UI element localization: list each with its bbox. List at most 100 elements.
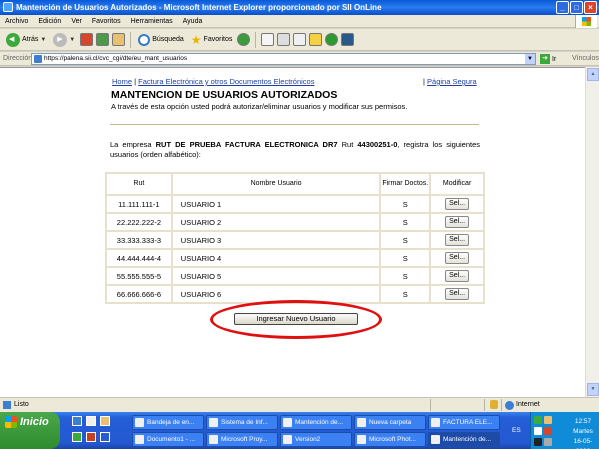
scroll-down-icon[interactable]: ▼ <box>587 383 599 396</box>
window-title: Mantención de Usuarios Autorizados - Mic… <box>16 3 382 12</box>
antivirus-icon[interactable] <box>544 427 552 435</box>
select-user-button[interactable]: Sel... <box>445 288 470 300</box>
add-user-button[interactable]: Ingresar Nuevo Usuario <box>234 313 358 325</box>
scroll-up-icon[interactable]: ▲ <box>587 68 599 81</box>
forward-arrow-icon <box>53 32 68 47</box>
menu-ver[interactable]: Ver <box>71 18 82 25</box>
quicklaunch-folder-icon[interactable] <box>100 416 110 426</box>
research-icon[interactable] <box>341 33 355 46</box>
media-icon[interactable] <box>237 33 251 46</box>
search-label: Búsqueda <box>152 36 184 43</box>
clock[interactable]: 12:57 Martes 16-05-2006 <box>567 417 599 449</box>
status-divider <box>484 399 485 411</box>
header-modificar: Modificar <box>429 172 485 196</box>
table-row: 33.333.333-3 USUARIO 3 S Sel... <box>105 230 485 250</box>
quicklaunch-excel-icon[interactable] <box>72 432 82 442</box>
stop-icon[interactable] <box>80 33 94 46</box>
factura-link[interactable]: Factura Electrónica y otros Documentos E… <box>138 77 314 86</box>
edit-icon[interactable] <box>293 33 307 46</box>
home-link[interactable]: Home <box>112 77 132 86</box>
toolbar-separator <box>130 31 132 48</box>
search-button[interactable]: Búsqueda <box>136 31 186 49</box>
menu-herramientas[interactable]: Herramientas <box>131 18 173 25</box>
task-photo[interactable]: Microsoft Phot... <box>354 432 426 447</box>
back-arrow-icon <box>6 32 20 47</box>
task-factura[interactable]: FACTURA ELE... <box>428 415 500 430</box>
task-documento1[interactable]: Documento1 - ... <box>132 432 204 447</box>
toolbar-separator <box>255 31 257 48</box>
volume-icon[interactable] <box>534 427 542 435</box>
cell-firmar: S <box>379 212 432 232</box>
select-user-button[interactable]: Sel... <box>445 198 470 210</box>
links-label[interactable]: Vínculos <box>572 55 599 62</box>
search-icon <box>138 33 151 46</box>
address-input[interactable]: https://palena.sii.cl/cvc_cgi/dte/eu_man… <box>31 53 536 65</box>
task-mantencion-2[interactable]: Mantención de... <box>428 432 500 447</box>
status-text: Listo <box>14 401 29 408</box>
zone-text: Internet <box>516 401 540 408</box>
task-sistema[interactable]: Sistema de Inf... <box>206 415 278 430</box>
messenger-tray-icon[interactable] <box>544 416 552 424</box>
messenger-icon[interactable] <box>309 33 323 46</box>
table-row: 55.555.555-5 USUARIO 5 S Sel... <box>105 266 485 286</box>
quicklaunch-desktop-icon[interactable] <box>86 416 96 426</box>
select-user-button[interactable]: Sel... <box>445 216 470 228</box>
chevron-down-icon: ▼ <box>40 36 47 43</box>
network-icon[interactable] <box>534 416 542 424</box>
menu-edicion[interactable]: Edición <box>38 18 61 25</box>
maximize-button[interactable]: □ <box>570 1 583 14</box>
task-label: Microsoft Proy... <box>221 436 268 443</box>
task-bandeja[interactable]: Bandeja de en... <box>132 415 204 430</box>
menu-archivo[interactable]: Archivo <box>5 18 28 25</box>
windows-logo-icon <box>575 15 597 28</box>
intro-text: La empresa RUT DE PRUEBA FACTURA ELECTRO… <box>110 140 480 160</box>
forward-button[interactable]: ▼ <box>51 31 77 49</box>
favorites-button[interactable]: ★ Favoritos <box>189 31 235 49</box>
task-mantencion-1[interactable]: Mantención de... <box>280 415 352 430</box>
breadcrumb: Home | Factura Electrónica y otros Docum… <box>112 77 314 86</box>
select-user-button[interactable]: Sel... <box>445 234 470 246</box>
flower-icon[interactable] <box>325 33 339 46</box>
task-label: Documento1 - ... <box>147 436 196 443</box>
clock-date: 16-05-2006 <box>573 438 593 449</box>
header-firmar: Firmar Doctos. <box>379 172 432 196</box>
cell-firmar: S <box>379 194 432 214</box>
task-version2[interactable]: Version2 <box>280 432 352 447</box>
system-tray: 12:57 Martes 16-05-2006 <box>530 412 599 449</box>
word-icon <box>135 435 144 444</box>
menu-favoritos[interactable]: Favoritos <box>92 18 121 25</box>
back-button[interactable]: Atrás ▼ <box>4 31 48 49</box>
select-user-button[interactable]: Sel... <box>445 270 470 282</box>
mail-icon[interactable] <box>261 33 275 46</box>
menu-ayuda[interactable]: Ayuda <box>183 18 203 25</box>
start-button[interactable]: Inicio <box>0 412 60 449</box>
home-icon[interactable] <box>112 33 126 46</box>
go-button[interactable]: ➔ Ir <box>540 54 556 64</box>
chevron-down-icon[interactable]: ▼ <box>525 54 535 64</box>
quicklaunch-ie-icon[interactable] <box>72 416 82 426</box>
cell-modificar: Sel... <box>429 284 485 304</box>
task-project[interactable]: Microsoft Proy... <box>206 432 278 447</box>
windows-flag-icon <box>5 416 17 428</box>
monitor-icon[interactable] <box>534 438 542 446</box>
quicklaunch-access-icon[interactable] <box>86 432 96 442</box>
cell-firmar: S <box>379 230 432 250</box>
cell-rut: 22.222.222-2 <box>105 212 173 232</box>
minimize-button[interactable]: _ <box>556 1 569 14</box>
select-user-button[interactable]: Sel... <box>445 252 470 264</box>
project-icon <box>209 435 218 444</box>
refresh-icon[interactable] <box>96 33 110 46</box>
cell-firmar: S <box>379 248 432 268</box>
go-label: Ir <box>552 55 557 63</box>
vertical-scrollbar[interactable]: ▲ ▼ <box>585 67 599 397</box>
table-row: 22.222.222-2 USUARIO 2 S Sel... <box>105 212 485 232</box>
language-indicator[interactable]: ES <box>512 427 521 434</box>
cell-nombre: USUARIO 4 <box>170 248 382 268</box>
quicklaunch-word-icon[interactable] <box>100 432 110 442</box>
close-button[interactable]: × <box>584 1 597 14</box>
task-nueva-carpeta[interactable]: Nueva carpeta <box>354 415 426 430</box>
usb-icon[interactable] <box>544 438 552 446</box>
print-icon[interactable] <box>277 33 291 46</box>
secure-page-link[interactable]: Página Segura <box>427 77 477 86</box>
header-rut: Rut <box>105 172 173 196</box>
